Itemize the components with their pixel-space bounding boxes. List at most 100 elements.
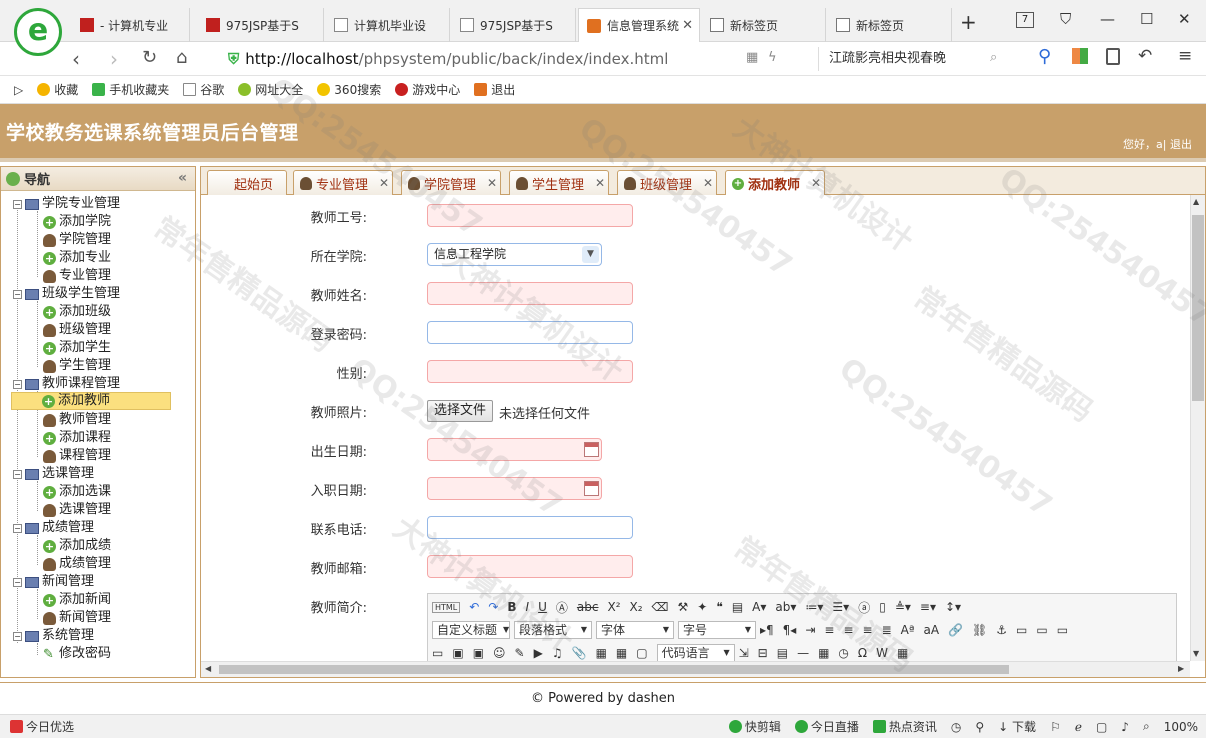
clock-icon[interactable]: ◷: [951, 720, 961, 734]
emotion-icon[interactable]: ☺: [493, 646, 506, 660]
forward-icon[interactable]: ›: [110, 47, 118, 71]
tree-item[interactable]: ✎ 修改密码: [43, 645, 111, 663]
paste-text-icon[interactable]: ▤: [732, 600, 743, 614]
indent-icon[interactable]: ⇥: [805, 623, 815, 637]
close-tab-icon[interactable]: ✕: [487, 176, 497, 190]
undo-icon[interactable]: ↶: [1138, 46, 1152, 66]
tree-item[interactable]: + 添加学生: [43, 339, 111, 357]
gmap-icon[interactable]: ▦: [616, 646, 627, 660]
scroll-down-icon[interactable]: ▼: [1193, 649, 1199, 658]
flag-icon[interactable]: ⚐: [1050, 720, 1061, 734]
close-window-icon[interactable]: ✕: [1178, 10, 1191, 28]
superscript-icon[interactable]: X²: [607, 600, 620, 614]
collapse-icon[interactable]: «: [178, 170, 187, 186]
status-item[interactable]: ↓ 下载: [998, 718, 1036, 735]
shirt-icon[interactable]: ⛉: [1060, 10, 1071, 28]
line-height-icon[interactable]: ↕▾: [945, 600, 961, 614]
ltr-icon[interactable]: ▸¶: [760, 623, 774, 637]
format-brush-icon[interactable]: ⚒: [678, 600, 689, 614]
font-size-select[interactable]: 字号 ▼: [678, 621, 756, 639]
tree-item[interactable]: 学院管理: [43, 231, 111, 249]
tab-student-manage[interactable]: 学生管理 ✕: [509, 170, 609, 195]
video-icon[interactable]: ▶: [534, 646, 543, 660]
bold-icon[interactable]: B: [507, 600, 516, 614]
tree-group-college[interactable]: − 学院专业管理: [13, 195, 120, 213]
bookmark-item[interactable]: 收藏: [37, 81, 78, 98]
browser-tab[interactable]: - 计算机专业: [72, 8, 190, 42]
subscript-icon[interactable]: X₂: [630, 600, 643, 614]
browser-tab[interactable]: 975JSP基于S: [198, 8, 324, 42]
align-left-icon[interactable]: ≡: [824, 623, 834, 637]
anchor-icon[interactable]: ⚓: [996, 623, 1007, 637]
rich-text-editor[interactable]: HTML ↶ ↷ B I U Ⓐ abc X² X₂ ⌫ ⚒ ✦ ❝ ▤ A▾ …: [427, 593, 1177, 661]
horizontal-scroll-thumb[interactable]: [219, 665, 1009, 674]
teacher-name-input[interactable]: [427, 282, 633, 305]
bookmark-item[interactable]: 谷歌: [183, 81, 224, 98]
home-icon[interactable]: ⌂: [176, 47, 187, 68]
tree-item[interactable]: 课程管理: [43, 447, 111, 465]
qr-icon[interactable]: ▦: [746, 50, 758, 65]
bg-color-icon[interactable]: ab▾: [775, 600, 796, 614]
music-icon[interactable]: ♫: [552, 646, 563, 660]
special-char-icon[interactable]: Ω: [858, 646, 867, 660]
font-select[interactable]: 字体 ▼: [596, 621, 674, 639]
scroll-left-icon[interactable]: ◀: [205, 664, 211, 673]
apps-icon[interactable]: [1072, 48, 1088, 64]
select-all-icon[interactable]: ⓐ: [858, 599, 870, 616]
window-icon[interactable]: ▢: [1096, 720, 1107, 734]
collapse-node-icon[interactable]: −: [13, 199, 22, 209]
clear-doc-icon[interactable]: ▯: [879, 600, 886, 614]
sidebar-toggle-icon[interactable]: ▷: [14, 83, 23, 97]
attachment-icon[interactable]: 📎: [572, 646, 587, 660]
tree-item[interactable]: 新闻管理: [43, 609, 111, 627]
date-icon[interactable]: ▦: [818, 646, 829, 660]
tree-item[interactable]: 教师管理: [43, 411, 111, 429]
background-icon[interactable]: ▤: [777, 646, 788, 660]
align-center-icon[interactable]: ≡: [843, 623, 853, 637]
tab-add-teacher[interactable]: + 添加教师 ✕: [725, 170, 825, 196]
tree-item[interactable]: + 添加选课: [43, 483, 111, 501]
unordered-list-icon[interactable]: ☰▾: [832, 600, 849, 614]
close-tab-icon[interactable]: ✕: [595, 176, 605, 190]
frame-icon[interactable]: ▢: [636, 646, 647, 660]
browser-tab[interactable]: 新标签页: [828, 8, 952, 42]
row-spacing-bottom-icon[interactable]: ≡▾: [920, 600, 936, 614]
strikethrough-icon[interactable]: abc: [577, 600, 599, 614]
collapse-node-icon[interactable]: −: [13, 577, 22, 587]
choose-file-button[interactable]: 选择文件: [427, 400, 494, 422]
bookmark-item[interactable]: 360搜索: [317, 81, 381, 98]
chevron-down-icon[interactable]: ▼: [582, 246, 599, 263]
phone-input[interactable]: [427, 516, 633, 539]
zoom-icon[interactable]: ⌕: [1143, 719, 1150, 734]
tree-group-class[interactable]: − 班级学生管理: [13, 285, 120, 303]
align-right-icon[interactable]: ≡: [863, 623, 873, 637]
redo-icon[interactable]: ↷: [488, 600, 498, 614]
close-tab-icon[interactable]: ✕: [811, 176, 821, 190]
scrawl-icon[interactable]: ✎: [515, 646, 525, 660]
close-tab-icon[interactable]: ✕: [379, 176, 389, 190]
html-source-button[interactable]: HTML: [432, 601, 461, 613]
speaker-icon[interactable]: ♪: [1121, 720, 1129, 734]
browser-tab[interactable]: 975JSP基于S: [452, 8, 576, 42]
unlink-icon[interactable]: ⛓: [972, 623, 987, 637]
tree-item[interactable]: + 添加专业: [43, 249, 111, 267]
tree-group-course-select[interactable]: − 选课管理: [13, 465, 94, 483]
status-item[interactable]: 热点资讯: [872, 718, 937, 735]
template-icon[interactable]: ⊟: [758, 646, 768, 660]
browser-tab[interactable]: 计算机毕业设: [326, 8, 450, 42]
image-icon[interactable]: ▣: [452, 646, 463, 660]
maximize-icon[interactable]: ☐: [1140, 10, 1153, 28]
code-language-select[interactable]: 代码语言 ▼: [656, 644, 735, 661]
ordered-list-icon[interactable]: ≔▾: [805, 600, 823, 614]
status-item[interactable]: 今日优选: [10, 718, 74, 735]
search-box[interactable]: 江疏影亮相央视春晚: [818, 47, 1018, 71]
close-tab-icon[interactable]: ✕: [682, 18, 693, 33]
tree-item[interactable]: + 添加课程: [43, 429, 111, 447]
college-select[interactable]: 信息工程学院 ▼: [427, 243, 602, 266]
lowercase-icon[interactable]: aA: [924, 623, 940, 637]
collapse-node-icon[interactable]: −: [13, 523, 22, 533]
zoom-level[interactable]: 100%: [1164, 720, 1198, 734]
email-input[interactable]: [427, 555, 633, 578]
menu-icon[interactable]: ≡: [1178, 46, 1192, 66]
scroll-right-icon[interactable]: ▶: [1178, 664, 1184, 673]
